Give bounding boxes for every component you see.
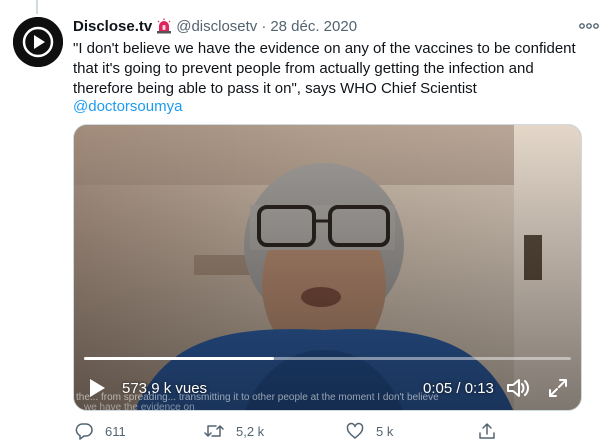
view-count: 573,9 k vues <box>122 380 208 397</box>
reply-count: 611 <box>105 423 126 439</box>
disclose-play-logo <box>13 17 63 67</box>
tweet-date[interactable]: 28 déc. 2020 <box>270 18 357 35</box>
tweet-actions: 611 5,2 k 5 k <box>73 422 503 442</box>
share-icon <box>478 422 496 440</box>
more-icon[interactable] <box>578 19 600 33</box>
video-player[interactable]: the... from spreading... transmitting it… <box>73 124 582 411</box>
retweet-icon <box>204 422 224 440</box>
avatar[interactable] <box>13 17 63 67</box>
handle[interactable]: @disclosetv <box>176 18 257 35</box>
fullscreen-icon[interactable] <box>548 378 568 398</box>
retweet-count: 5,2 k <box>236 423 265 439</box>
video-progress-fill <box>84 357 274 360</box>
heart-icon <box>346 422 364 440</box>
tweet-text: "I don't believe we have the evidence on… <box>73 40 576 97</box>
separator-dot: · <box>261 17 267 35</box>
thread-line <box>36 0 38 14</box>
reply-button[interactable]: 611 <box>75 422 126 440</box>
share-button[interactable] <box>478 422 496 440</box>
siren-icon <box>156 18 172 34</box>
tweet-header: Disclose.tv @disclosetv · 28 déc. 2020 <box>73 16 357 36</box>
video-time: 0:05 / 0:13 <box>423 380 494 397</box>
mention-link[interactable]: @doctorsoumya <box>73 97 182 117</box>
retweet-button[interactable]: 5,2 k <box>204 422 264 440</box>
volume-icon[interactable] <box>506 377 532 399</box>
display-name[interactable]: Disclose.tv <box>73 18 152 35</box>
video-controls: 573,9 k vues 0:05 / 0:13 <box>74 365 581 410</box>
reply-icon <box>75 422 93 440</box>
like-button[interactable]: 5 k <box>346 422 393 440</box>
video-progress-bar[interactable] <box>84 357 571 360</box>
play-icon[interactable] <box>90 379 105 397</box>
like-count: 5 k <box>376 423 394 439</box>
